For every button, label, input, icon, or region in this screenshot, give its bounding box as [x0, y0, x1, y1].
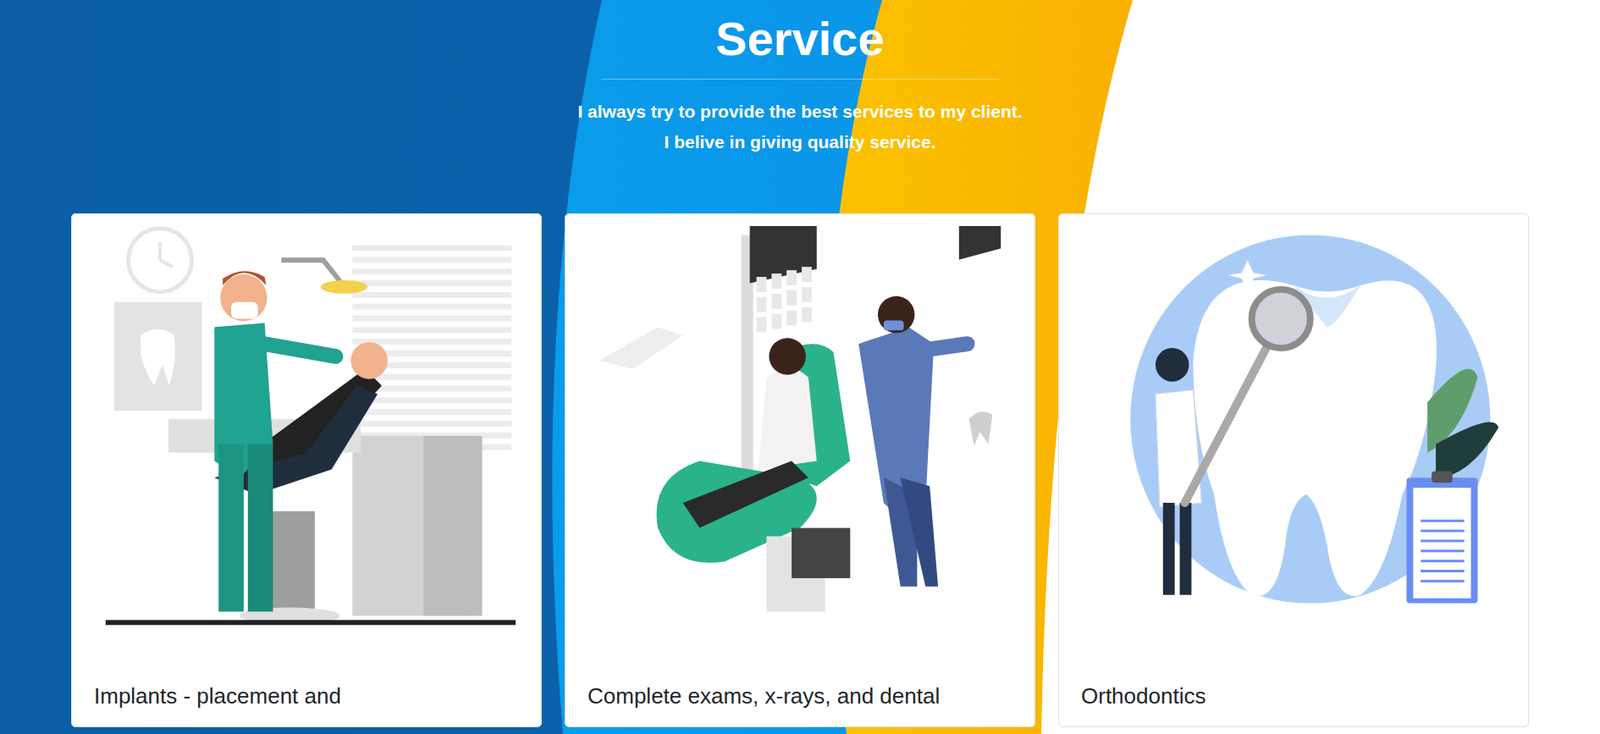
card-image [1059, 214, 1529, 641]
card-title: Orthodontics [1059, 640, 1529, 727]
section-subtitle: I always try to provide the best service… [577, 96, 1022, 158]
orthodontics-icon [1075, 226, 1512, 629]
title-divider [601, 78, 999, 80]
section-title: Service [715, 10, 884, 67]
service-page: Service I always try to provide the best … [0, 0, 1600, 734]
dental-xray-icon [582, 226, 1018, 629]
service-card[interactable]: Complete exams, x-rays, and dental [564, 213, 1036, 728]
card-image [71, 214, 541, 641]
subtitle-line: I belive in giving quality service. [664, 126, 937, 158]
subtitle-line: I always try to provide the best service… [577, 96, 1022, 127]
service-card[interactable]: Implants - placement and [71, 213, 542, 728]
card-image [565, 214, 1035, 641]
service-cards: Implants - placement and Complete exams, … [0, 213, 1600, 728]
service-section: Service I always try to provide the best … [0, 0, 1600, 728]
service-card[interactable]: Orthodontics [1058, 213, 1529, 728]
dentist-treatment-icon [88, 226, 525, 629]
card-title: Implants - placement and [71, 640, 541, 727]
card-title: Complete exams, x-rays, and dental [565, 640, 1035, 727]
